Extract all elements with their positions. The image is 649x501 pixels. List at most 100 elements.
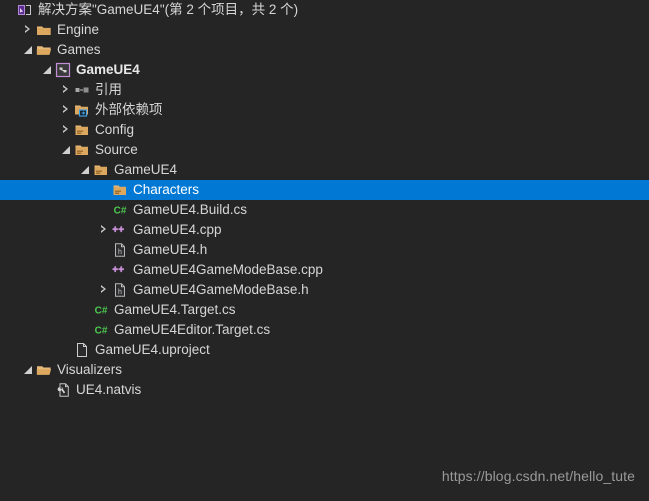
tree-arrow-spacer	[59, 340, 74, 360]
filter-folder-icon	[93, 162, 109, 178]
chevron-down-icon[interactable]	[40, 60, 55, 80]
solution-icon	[17, 2, 33, 18]
tree-item-label: UE4.natvis	[76, 382, 142, 397]
tree-item[interactable]: Config	[0, 120, 649, 140]
filter-folder-icon	[74, 122, 90, 138]
external-dependencies-icon	[74, 102, 90, 118]
chevron-down-icon[interactable]	[78, 160, 93, 180]
chevron-right-icon[interactable]	[97, 220, 112, 240]
document-icon	[74, 342, 90, 358]
tree-item[interactable]: Characters	[0, 180, 649, 200]
watermark-text: https://blog.csdn.net/hello_tute	[441, 468, 635, 484]
tree-item-label: Visualizers	[57, 362, 123, 377]
tree-item[interactable]: GameUE4GameModeBase.cpp	[0, 260, 649, 280]
chevron-right-icon[interactable]	[59, 100, 74, 120]
tree-item-label: 引用	[95, 82, 122, 97]
svg-text:h: h	[118, 289, 122, 296]
chevron-right-icon[interactable]	[59, 80, 74, 100]
filter-folder-icon	[112, 182, 128, 198]
tree-arrow-spacer	[97, 260, 112, 280]
csharp-file-icon: C#	[93, 302, 109, 318]
chevron-down-icon[interactable]	[59, 140, 74, 160]
tree-arrow-spacer	[97, 200, 112, 220]
tree-item[interactable]: h GameUE4.h	[0, 240, 649, 260]
tree-item-label: GameUE4.Target.cs	[114, 302, 236, 317]
solution-explorer-tree[interactable]: 解决方案"GameUE4"(第 2 个项目，共 2 个) Engine Games G…	[0, 0, 649, 400]
folder-closed-icon	[36, 22, 52, 38]
tree-arrow-spacer	[40, 380, 55, 400]
tree-item-label: Config	[95, 122, 135, 137]
tree-item-label: 解决方案"GameUE4"(第 2 个项目，共 2 个)	[38, 2, 299, 17]
tree-item[interactable]: 解决方案"GameUE4"(第 2 个项目，共 2 个)	[0, 0, 649, 20]
tree-item[interactable]: Source	[0, 140, 649, 160]
tree-item-label: 外部依赖项	[95, 102, 163, 117]
natvis-file-icon	[55, 382, 71, 398]
tree-item-label: GameUE4.cpp	[133, 222, 222, 237]
tree-item[interactable]: UE4.natvis	[0, 380, 649, 400]
chevron-right-icon[interactable]	[21, 20, 36, 40]
references-icon	[74, 82, 90, 98]
tree-item[interactable]: C# GameUE4.Build.cs	[0, 200, 649, 220]
tree-item[interactable]: C# GameUE4Editor.Target.cs	[0, 320, 649, 340]
tree-item-label: GameUE4GameModeBase.h	[133, 282, 309, 297]
header-file-icon: h	[112, 282, 128, 298]
tree-item[interactable]: Games	[0, 40, 649, 60]
tree-item-label: GameUE4	[114, 162, 178, 177]
tree-arrow-spacer	[97, 180, 112, 200]
tree-item[interactable]: 引用	[0, 80, 649, 100]
svg-text:C#: C#	[95, 306, 108, 317]
tree-item[interactable]: Engine	[0, 20, 649, 40]
svg-text:C#: C#	[95, 326, 108, 337]
tree-item-label: GameUE4.Build.cs	[133, 202, 248, 217]
tree-item-label: Games	[57, 42, 101, 57]
csharp-file-icon: C#	[93, 322, 109, 338]
chevron-right-icon[interactable]	[97, 280, 112, 300]
filter-folder-icon	[74, 142, 90, 158]
folder-open-icon	[36, 42, 52, 58]
tree-item-label: GameUE4.uproject	[95, 342, 210, 357]
chevron-right-icon[interactable]	[59, 120, 74, 140]
tree-item[interactable]: Visualizers	[0, 360, 649, 380]
tree-arrow-spacer	[78, 320, 93, 340]
csharp-file-icon: C#	[112, 202, 128, 218]
tree-item[interactable]: GameUE4.cpp	[0, 220, 649, 240]
tree-arrow-spacer	[78, 300, 93, 320]
tree-arrow-spacer	[97, 240, 112, 260]
cpp-file-icon	[112, 262, 128, 278]
tree-item[interactable]: GameUE4	[0, 60, 649, 80]
tree-item-label: GameUE4Editor.Target.cs	[114, 322, 271, 337]
tree-item[interactable]: h GameUE4GameModeBase.h	[0, 280, 649, 300]
tree-item-label: Characters	[133, 182, 200, 197]
tree-item[interactable]: 外部依赖项	[0, 100, 649, 120]
tree-item-label: Source	[95, 142, 138, 157]
tree-item-label: GameUE4	[76, 62, 140, 77]
tree-item-label: GameUE4GameModeBase.cpp	[133, 262, 323, 277]
tree-item[interactable]: C# GameUE4.Target.cs	[0, 300, 649, 320]
svg-text:C#: C#	[114, 206, 127, 217]
project-icon	[55, 62, 71, 78]
tree-item-label: GameUE4.h	[133, 242, 208, 257]
header-file-icon: h	[112, 242, 128, 258]
tree-item[interactable]: GameUE4.uproject	[0, 340, 649, 360]
chevron-down-icon[interactable]	[21, 40, 36, 60]
folder-open-icon	[36, 362, 52, 378]
chevron-down-icon[interactable]	[21, 360, 36, 380]
tree-item[interactable]: GameUE4	[0, 160, 649, 180]
